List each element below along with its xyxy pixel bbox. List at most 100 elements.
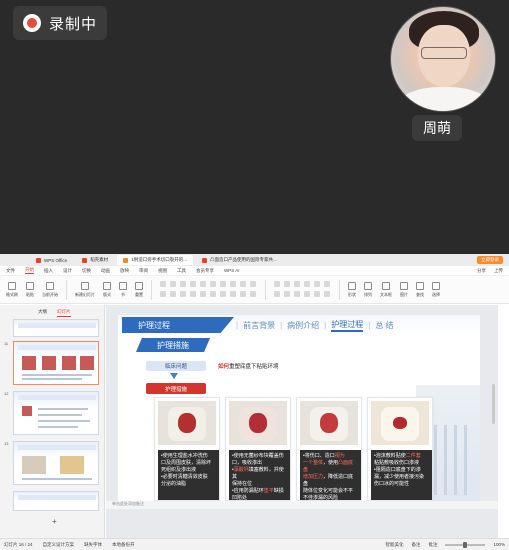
- menu-vip[interactable]: 会员专享: [196, 268, 214, 274]
- cursor-icon: [432, 281, 440, 290]
- tab-outline[interactable]: 大纲: [38, 309, 47, 317]
- slide-nav-item-current: 护理过程: [331, 319, 364, 332]
- search-icon: [416, 281, 424, 290]
- add-slide-button[interactable]: +: [52, 517, 57, 526]
- measure-card: •使用无菌纱布块覆盖伤 口，吸收渗出 •藻酸钙填塞敷料，并使其 保持在位 •应用…: [225, 397, 291, 501]
- menu-animation[interactable]: 动画: [101, 268, 110, 274]
- meeting-screen: 录制中 周萌 WPS Office 稻壳素材 1例造口旁手术切口裂开的... 凸…: [0, 0, 509, 550]
- slide-nav-item: 病例介绍: [287, 321, 320, 330]
- tab-daoke[interactable]: 稻壳素材: [76, 255, 114, 265]
- missing-font-button[interactable]: 缺失字体: [84, 542, 102, 548]
- textbox-icon: [382, 281, 390, 290]
- menu-transition[interactable]: 切换: [82, 268, 91, 274]
- textbox-button[interactable]: 文本框: [380, 281, 392, 298]
- measure-card: •使用生理盐水冲洗伤 口及周围皮肤，清除坏 死组织及渗出液 •必要时清糖清敛皮肤…: [154, 397, 220, 501]
- slide-thumbnail-next-2[interactable]: 13: [4, 441, 102, 485]
- vertical-scrollbar[interactable]: [492, 314, 496, 494]
- picture-button[interactable]: 图片: [400, 281, 408, 298]
- measure-card: •将伤口、造口视为 一个整体，使用凸面底盘 增加压力，降低造口底盘 随体位变化可…: [296, 397, 362, 501]
- arrow-down-icon: [170, 373, 178, 379]
- clinical-problem-tag: 临床问题: [146, 361, 206, 371]
- slide-thumbnail-current[interactable]: 11: [4, 341, 102, 385]
- shape-button[interactable]: 形状: [348, 281, 356, 298]
- slide-thumbnail-next-3[interactable]: [4, 491, 102, 511]
- measure-card: •泡沫敷料贴使二件套 粘贴敷吸收伤口渗液 •阻隔造口底盘下的渗 漏，减少使用者接…: [367, 397, 433, 501]
- smart-beautify-button[interactable]: 智能美化: [385, 542, 403, 548]
- measure-card-text: •使用生理盐水冲洗伤 口及周围皮肤，清除坏 死组织及渗出液 •必要时清糖清敛皮肤…: [158, 450, 219, 500]
- wound-photo: [229, 401, 287, 445]
- clipboard-icon: [26, 281, 34, 290]
- paragraph-formatting-group[interactable]: [274, 280, 331, 299]
- slide-counter: 幻灯片 16 / 24: [4, 541, 33, 547]
- comments-toggle[interactable]: 批注: [428, 542, 437, 548]
- menu-tools[interactable]: 工具: [177, 268, 186, 274]
- clinical-problem-text: 如何重塑底盘下粘贴环境: [218, 364, 279, 370]
- section-title: 护理措施: [136, 338, 210, 352]
- paste-button[interactable]: 粘贴: [26, 281, 34, 298]
- measure-card-text: •将伤口、造口视为 一个整体，使用凸面底盘 增加压力，降低造口底盘 随体位变化可…: [300, 450, 361, 501]
- speaker-name: 周萌: [412, 115, 462, 141]
- new-slide-button[interactable]: 新建幻灯片: [75, 281, 95, 298]
- menu-wps-ai[interactable]: WPS AI: [224, 268, 240, 273]
- ribbon-toolbar: 格式刷 粘贴 当前开始 新建幻灯片 版式 节 重置 形状 排列 文本框 图片 查…: [0, 276, 509, 304]
- daoke-icon: [82, 257, 88, 263]
- menu-view[interactable]: 视图: [158, 268, 167, 274]
- arrange-button[interactable]: 排列: [364, 281, 372, 298]
- menu-home[interactable]: 开始: [25, 267, 34, 274]
- recording-badge: 录制中: [13, 6, 107, 40]
- document-tabbar: WPS Office 稻壳素材 1例造口旁手术切口裂开的... 凸面造口产品使用…: [0, 254, 509, 266]
- format-painter-button[interactable]: 格式刷: [6, 281, 18, 298]
- picture-icon: [400, 281, 408, 290]
- arrange-icon: [364, 281, 372, 290]
- slide-title: 护理过程: [122, 317, 234, 333]
- tab-slides[interactable]: 幻灯片: [57, 309, 71, 317]
- section-button[interactable]: 节: [119, 281, 127, 298]
- wps-logo-icon: [36, 257, 41, 263]
- pdf-file-icon: [201, 257, 207, 263]
- theme-name[interactable]: 自定义设计方案: [43, 542, 75, 548]
- tab-pdf-document[interactable]: 凸面造口产品使用的国际专家共...: [196, 255, 283, 265]
- slide-thumbnail-next[interactable]: 12: [4, 391, 102, 435]
- find-button[interactable]: 查找: [416, 281, 424, 298]
- reset-icon: [135, 281, 143, 290]
- measure-card-text: •泡沫敷料贴使二件套 粘贴敷吸收伤口渗液 •阻隔造口底盘下的渗 漏，减少使用者接…: [371, 450, 432, 500]
- menu-design[interactable]: 设计: [63, 268, 72, 274]
- notes-input[interactable]: 单击此处添加备注: [106, 501, 498, 509]
- slide-thumbnail-prev[interactable]: [4, 319, 102, 337]
- slide-nav: | 前言背景 | 病例介绍 | 护理过程 | 总 结: [236, 319, 394, 332]
- tab-current-document[interactable]: 1例造口旁手术切口裂开的...: [117, 255, 193, 265]
- shape-icon: [348, 281, 356, 290]
- local-backup-status[interactable]: 本地备份开: [112, 542, 135, 548]
- upload-button[interactable]: 上传: [494, 268, 503, 274]
- font-formatting-group[interactable]: [160, 280, 257, 299]
- brush-icon: [8, 281, 16, 290]
- play-icon: [46, 281, 54, 290]
- recording-dot-icon: [23, 14, 41, 32]
- tab-wps-office[interactable]: WPS Office: [30, 255, 73, 265]
- zoom-level[interactable]: 100%: [493, 542, 505, 547]
- slides-panel: 大纲 幻灯片 11 12 13 +: [0, 305, 105, 538]
- notes-toggle[interactable]: 备注: [411, 542, 420, 548]
- slide[interactable]: 护理过程 | 前言背景 | 病例介绍 | 护理过程 | 总 结 护理措施 临床问…: [118, 315, 480, 509]
- layout-button[interactable]: 版式: [103, 281, 111, 298]
- nursing-measure-tag: 护理措施: [146, 383, 206, 394]
- login-button[interactable]: 立即登录: [477, 256, 503, 264]
- select-button[interactable]: 选择: [432, 281, 440, 298]
- wound-photo: [300, 401, 358, 445]
- ppt-file-icon: [123, 257, 129, 263]
- menu-slideshow[interactable]: 放映: [120, 268, 129, 274]
- recording-label: 录制中: [49, 15, 98, 33]
- zoom-slider[interactable]: [445, 541, 486, 548]
- slide-nav-item: 总 结: [375, 321, 394, 330]
- wps-window: WPS Office 稻壳素材 1例造口旁手术切口裂开的... 凸面造口产品使用…: [0, 254, 509, 550]
- status-bar: 幻灯片 16 / 24 自定义设计方案 缺失字体 本地备份开 智能美化 备注 批…: [0, 538, 509, 550]
- new-slide-icon: [81, 281, 89, 290]
- menu-file[interactable]: 文件: [6, 268, 15, 274]
- menu-insert[interactable]: 插入: [44, 268, 53, 274]
- menu-review[interactable]: 审阅: [139, 268, 148, 274]
- reset-button[interactable]: 重置: [135, 281, 143, 298]
- play-from-current-button[interactable]: 当前开始: [42, 281, 58, 298]
- share-button[interactable]: 分享: [477, 268, 486, 274]
- measure-card-text: •使用无菌纱布块覆盖伤 口，吸收渗出 •藻酸钙填塞敷料，并使其 保持在位 •应用…: [229, 450, 290, 501]
- section-icon: [119, 281, 127, 290]
